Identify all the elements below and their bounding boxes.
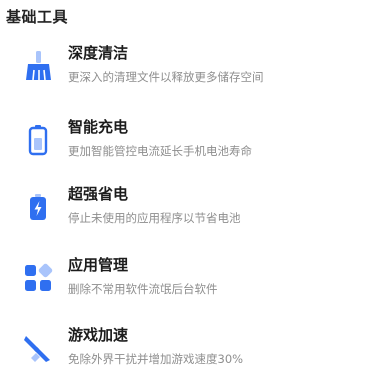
battery-bolt-icon xyxy=(22,191,54,223)
tool-description: 停止未使用的应用程序以节省电池 xyxy=(68,211,241,225)
battery-icon xyxy=(22,124,54,156)
tool-name: 深度清洁 xyxy=(68,44,129,62)
app-grid-icon xyxy=(22,262,54,294)
tool-name: 游戏加速 xyxy=(68,326,129,344)
section-title: 基础工具 xyxy=(6,8,69,26)
tool-description: 更加智能管控电流延长手机电池寿命 xyxy=(68,144,252,158)
tool-item-power-saving[interactable]: 超强省电 停止未使用的应用程序以节省电池 xyxy=(0,183,371,247)
tool-item-game-boost[interactable]: 游戏加速 免除外界干扰并增加游戏速度30% xyxy=(0,324,371,388)
tool-description: 免除外界干扰并增加游戏速度30% xyxy=(68,352,244,366)
tool-description: 更深入的清理文件以释放更多储存空间 xyxy=(68,70,264,84)
tool-item-app-manage[interactable]: 应用管理 删除不常用软件流氓后台软件 xyxy=(0,254,371,318)
tool-item-smart-charge[interactable]: 智能充电 更加智能管控电流延长手机电池寿命 xyxy=(0,116,371,180)
tool-name: 超强省电 xyxy=(68,185,129,203)
tool-description: 删除不常用软件流氓后台软件 xyxy=(68,282,218,296)
tool-name: 智能充电 xyxy=(68,118,129,136)
tool-name: 应用管理 xyxy=(68,256,129,274)
game-boost-icon xyxy=(22,332,54,364)
tool-item-deep-clean[interactable]: 深度清洁 更深入的清理文件以释放更多储存空间 xyxy=(0,42,371,106)
broom-icon xyxy=(22,50,54,82)
